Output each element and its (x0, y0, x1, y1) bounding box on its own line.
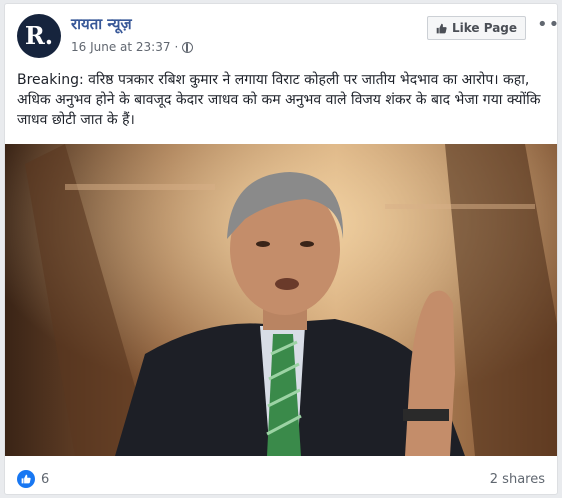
post-timestamp[interactable]: 16 June at 23:37 (71, 40, 171, 54)
reaction-count: 6 (41, 471, 50, 487)
thumbs-up-icon (21, 474, 31, 484)
meta-separator: · (174, 40, 179, 54)
post-text: Breaking: वरिष्ठ पत्रकार रबिश कुमार ने ल… (17, 72, 541, 128)
more-options-button[interactable]: ••• (537, 14, 562, 35)
globe-icon (182, 41, 194, 53)
like-reaction-icon (17, 470, 35, 488)
like-page-button[interactable]: Like Page (427, 16, 527, 40)
presenter-photo (5, 144, 557, 456)
reaction-summary[interactable]: 6 (17, 470, 49, 488)
page-avatar[interactable]: R. (17, 14, 61, 58)
post-photo[interactable] (5, 144, 557, 456)
shares-link[interactable]: 2 shares (490, 472, 545, 487)
avatar-logo-text: R. (24, 21, 54, 50)
like-page-label: Like Page (452, 21, 518, 35)
ellipsis-icon: ••• (537, 14, 562, 35)
post-card: R. रायता न्यूज़ 16 June at 23:37 · Like … (4, 3, 562, 495)
page-name-link[interactable]: रायता न्यूज़ (71, 14, 132, 34)
thumbs-up-icon (436, 23, 447, 33)
post-meta: 16 June at 23:37 · (71, 40, 194, 54)
